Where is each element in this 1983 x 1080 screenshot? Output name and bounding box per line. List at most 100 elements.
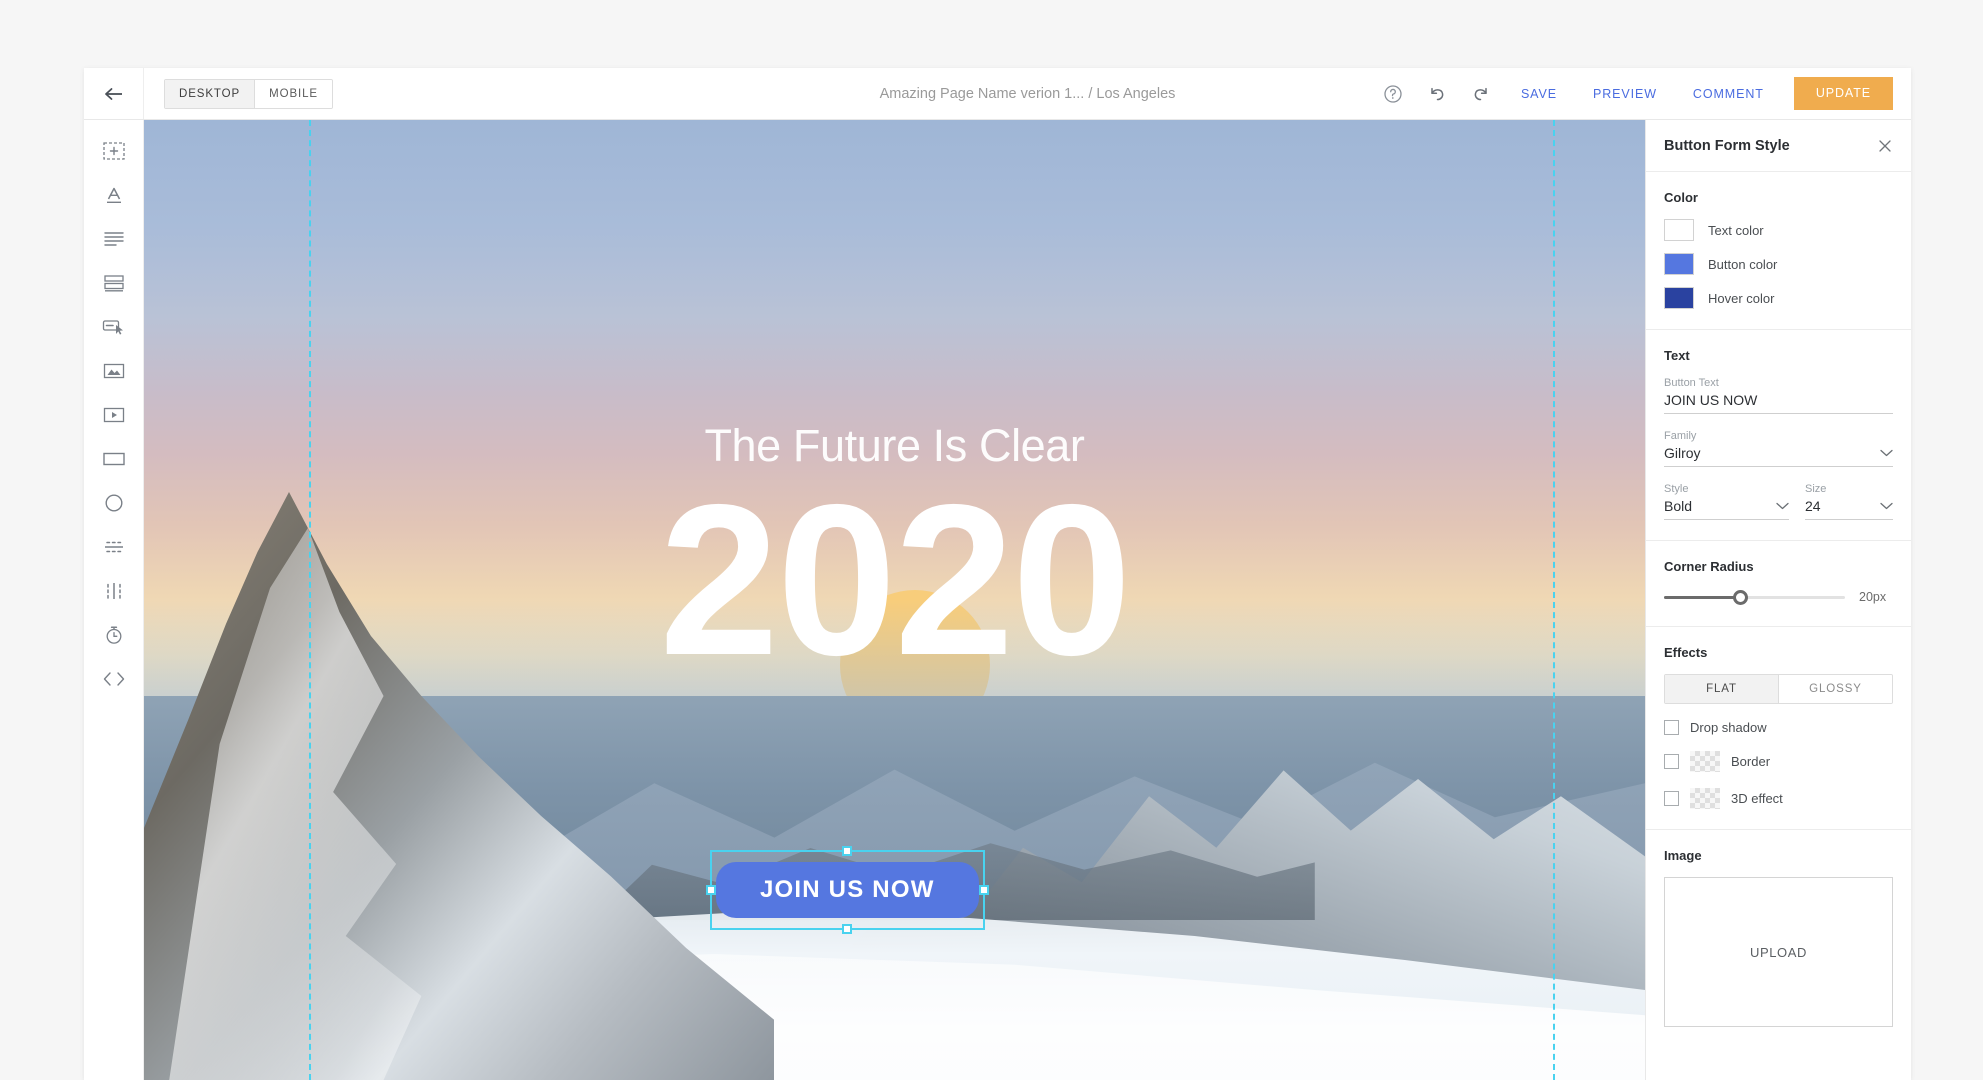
hero-background-image	[144, 120, 1645, 1080]
help-button[interactable]	[1371, 74, 1415, 114]
style-size-row: Style Bold Size 24	[1664, 483, 1893, 520]
toolbar-main: DESKTOP MOBILE Amazing Page Name verion …	[144, 68, 1911, 119]
rail-item-video[interactable]	[92, 398, 136, 432]
toolbar-actions: SAVE PREVIEW COMMENT UPDATE	[1371, 74, 1893, 114]
drop-shadow-label: Drop shadow	[1690, 720, 1767, 735]
rail-item-timer[interactable]	[92, 618, 136, 652]
timer-icon	[106, 626, 121, 644]
corner-radius-section: Corner Radius 20px	[1646, 541, 1911, 627]
device-toggle: DESKTOP MOBILE	[164, 78, 334, 109]
hover-color-label: Hover color	[1708, 290, 1775, 306]
corner-radius-slider[interactable]	[1664, 588, 1845, 606]
rail-item-rows[interactable]	[92, 266, 136, 300]
three-d-color-swatch[interactable]	[1690, 788, 1720, 809]
rail-item-paragraph[interactable]	[92, 222, 136, 256]
text-color-swatch[interactable]	[1664, 219, 1694, 241]
rail-item-circle[interactable]	[92, 486, 136, 520]
rail-item-add-section[interactable]	[92, 134, 136, 168]
style-field: Style Bold	[1664, 483, 1789, 520]
size-label: Size	[1805, 483, 1827, 495]
rail-item-vertical-divider[interactable]	[92, 574, 136, 608]
rows-icon	[103, 275, 124, 292]
family-line[interactable]: Gilroy	[1664, 445, 1893, 467]
rail-item-button[interactable]	[92, 310, 136, 344]
close-panel-button[interactable]	[1877, 138, 1893, 154]
style-value: Bold	[1664, 498, 1693, 514]
update-button[interactable]: UPDATE	[1793, 77, 1893, 110]
vertical-divider-icon	[106, 583, 121, 599]
border-checkbox[interactable]	[1664, 754, 1679, 769]
color-section: Color Text color Button color Hover colo…	[1646, 172, 1911, 330]
add-section-icon	[102, 142, 125, 160]
three-d-effect-row: 3D effect	[1664, 788, 1893, 809]
image-icon	[103, 363, 124, 379]
image-title: Image	[1664, 848, 1702, 863]
tab-glossy[interactable]: GLOSSY	[1778, 675, 1892, 703]
text-color-row: Text color	[1664, 219, 1893, 241]
family-value: Gilroy	[1664, 445, 1701, 461]
button-text-input[interactable]	[1664, 392, 1893, 408]
cta-button[interactable]: JOIN US NOW	[716, 862, 979, 918]
family-field: Family Gilroy	[1664, 430, 1893, 467]
button-text-line	[1664, 392, 1893, 414]
style-line[interactable]: Bold	[1664, 498, 1789, 520]
corner-radius-row: 20px	[1664, 588, 1893, 606]
horizontal-divider-icon	[104, 541, 123, 553]
tool-rail	[84, 120, 144, 1080]
border-label: Border	[1731, 754, 1771, 769]
rail-item-image[interactable]	[92, 354, 136, 388]
chevron-down-icon	[1874, 449, 1893, 457]
tab-mobile[interactable]: MOBILE	[254, 79, 333, 108]
effects-title: Effects	[1664, 645, 1708, 660]
button-icon	[102, 320, 123, 335]
three-d-effect-label: 3D effect	[1731, 791, 1783, 806]
rail-item-heading[interactable]	[92, 178, 136, 212]
comment-button[interactable]: COMMENT	[1675, 87, 1782, 101]
arrow-left-icon	[104, 87, 122, 100]
effects-section: Effects FLAT GLOSSY Drop shadow Border 3…	[1646, 627, 1911, 830]
style-label: Style	[1664, 483, 1689, 495]
tab-flat[interactable]: FLAT	[1665, 675, 1778, 703]
undo-icon	[1431, 87, 1444, 100]
save-button[interactable]: SAVE	[1503, 87, 1575, 101]
slider-thumb[interactable]	[1733, 590, 1749, 605]
panel-header: Button Form Style	[1646, 120, 1911, 172]
help-circle-icon	[1384, 84, 1402, 103]
video-icon	[103, 407, 124, 423]
rail-item-horizontal-divider[interactable]	[92, 530, 136, 564]
undo-button[interactable]	[1415, 74, 1459, 114]
selected-button-wrapper[interactable]: JOIN US NOW	[706, 846, 989, 934]
rail-item-rectangle[interactable]	[92, 442, 136, 476]
button-text-label: Button Text	[1664, 377, 1719, 389]
paragraph-icon	[103, 232, 124, 246]
color-section-title: Color	[1664, 190, 1698, 205]
image-section: Image UPLOAD	[1646, 830, 1911, 1047]
border-color-swatch[interactable]	[1690, 751, 1720, 772]
redo-button[interactable]	[1459, 74, 1503, 114]
rail-item-code[interactable]	[92, 662, 136, 696]
text-heading-icon	[106, 187, 121, 203]
tab-desktop[interactable]: DESKTOP	[165, 79, 255, 108]
effects-toggle: FLAT GLOSSY	[1664, 674, 1893, 704]
drop-shadow-checkbox[interactable]	[1664, 720, 1679, 735]
corner-radius-title: Corner Radius	[1664, 559, 1754, 574]
back-button[interactable]	[84, 68, 144, 119]
corner-radius-value: 20px	[1859, 590, 1887, 604]
text-section: Text Button Text Family Gilroy	[1646, 330, 1911, 541]
size-line[interactable]: 24	[1805, 498, 1893, 520]
chevron-down-icon	[1770, 502, 1789, 510]
editor-body: The Future Is Clear 2020 JOIN US NOW But…	[84, 120, 1911, 1080]
border-row: Border	[1664, 751, 1893, 772]
guide-left	[309, 120, 311, 1080]
hover-color-swatch[interactable]	[1664, 287, 1694, 309]
page-canvas[interactable]: The Future Is Clear 2020 JOIN US NOW	[144, 120, 1645, 1080]
preview-button[interactable]: PREVIEW	[1575, 87, 1675, 101]
image-upload-dropzone[interactable]: UPLOAD	[1664, 877, 1893, 1027]
text-color-label: Text color	[1708, 222, 1764, 238]
button-color-row: Button color	[1664, 253, 1893, 275]
three-d-effect-checkbox[interactable]	[1664, 791, 1679, 806]
button-color-swatch[interactable]	[1664, 253, 1694, 275]
slider-fill	[1664, 596, 1741, 599]
button-color-label: Button color	[1708, 256, 1778, 272]
circle-icon	[104, 494, 123, 512]
